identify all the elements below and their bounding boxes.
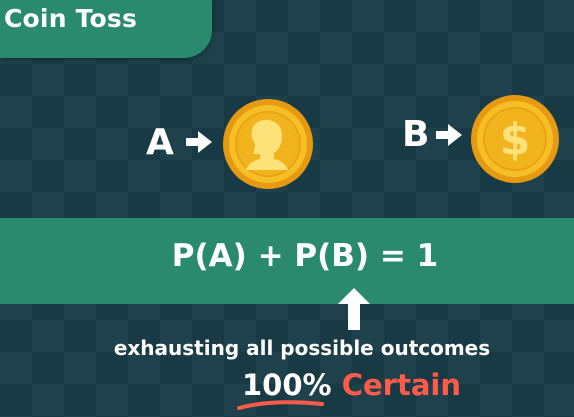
title-tab: Coin Toss xyxy=(0,0,212,58)
right-arrow-icon xyxy=(436,124,462,146)
probability-formula: P(A) + P(B) = 1 xyxy=(171,238,439,274)
coin-a-heads-icon xyxy=(223,99,313,189)
dollar-icon: $ xyxy=(500,114,531,165)
right-arrow-icon xyxy=(186,131,212,153)
red-underline-stroke xyxy=(237,400,324,410)
coin-b-tails-icon: $ xyxy=(471,95,559,183)
coin-b-label: B xyxy=(402,114,430,155)
certainty-label: 100% Certain xyxy=(242,368,461,402)
coin-a-label: A xyxy=(146,122,174,163)
up-arrow-icon xyxy=(338,288,370,330)
certainty-word: Certain xyxy=(341,368,461,402)
outcomes-caption: exhausting all possible outcomes xyxy=(113,336,491,360)
page-title: Coin Toss xyxy=(4,4,138,33)
certainty-percent: 100% xyxy=(242,368,332,402)
